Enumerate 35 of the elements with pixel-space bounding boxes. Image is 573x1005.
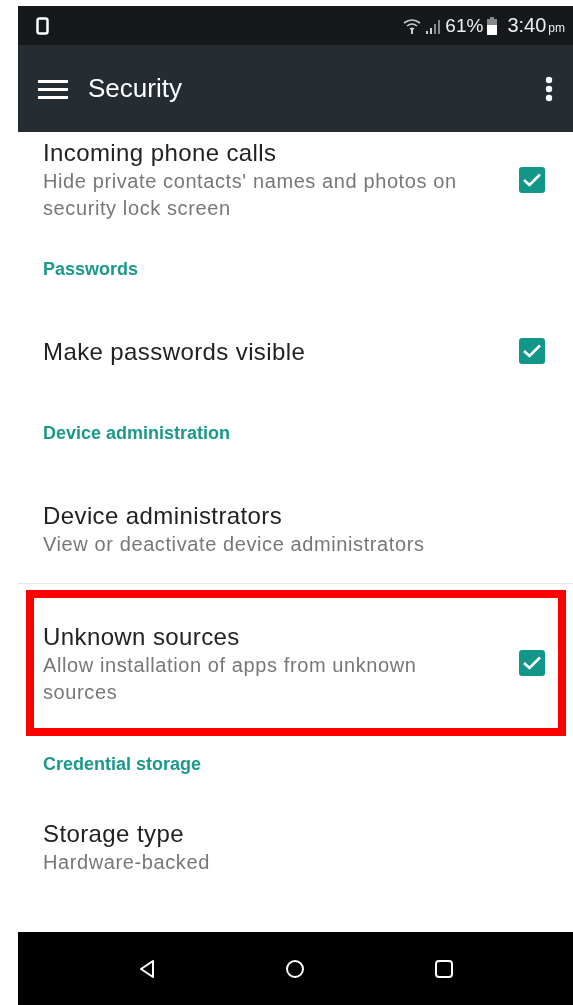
settings-item[interactable]: Incoming phone calls Hide private contacts' names and photos on security lock screen <box>18 132 573 227</box>
item-title: Device administrators <box>43 501 284 531</box>
home-icon[interactable] <box>284 958 305 979</box>
checkbox[interactable] <box>519 338 545 364</box>
item-summary: Hardware-backed <box>43 850 211 875</box>
section-header: Credential storage <box>42 752 203 776</box>
settings-item[interactable]: Device administrators View or deactivate device administrators <box>18 475 573 584</box>
check-icon <box>522 343 542 359</box>
item-summary: Allow installation of apps from unknown sources <box>43 652 418 705</box>
clock: 3:40 pm <box>507 14 565 37</box>
menu-icon[interactable] <box>38 77 68 100</box>
toolbar-title: Security <box>88 73 183 104</box>
check-icon <box>522 171 542 188</box>
settings-item[interactable]: Make passwords visible <box>18 311 573 391</box>
item-summary: View or deactivate device administrators <box>43 532 426 557</box>
phone-outline-icon <box>36 16 50 35</box>
section-header: Passwords <box>42 257 140 281</box>
item-title: Make passwords visible <box>43 336 307 367</box>
section-header: Device administration <box>42 421 232 445</box>
battery-icon <box>487 16 498 35</box>
back-icon[interactable] <box>138 958 155 979</box>
item-title: Storage type <box>43 819 185 849</box>
signal-icon <box>425 17 442 34</box>
recents-icon[interactable] <box>434 959 453 978</box>
item-summary: Hide private contacts' names and photos on security lock screen <box>43 169 458 221</box>
checkbox[interactable] <box>519 166 545 193</box>
battery-percent: 61% <box>445 14 484 37</box>
item-title: Incoming phone calls <box>43 138 278 168</box>
wifi-icon <box>403 17 422 34</box>
more-options-icon[interactable] <box>545 75 553 102</box>
checkbox[interactable] <box>519 650 545 676</box>
settings-item[interactable]: Storage type Hardware-backed <box>18 792 573 902</box>
item-title: Unknown sources <box>43 621 241 652</box>
settings-item[interactable]: Unknown sources Allow installation of apps from unknown sources <box>26 590 566 736</box>
check-icon <box>522 655 542 671</box>
